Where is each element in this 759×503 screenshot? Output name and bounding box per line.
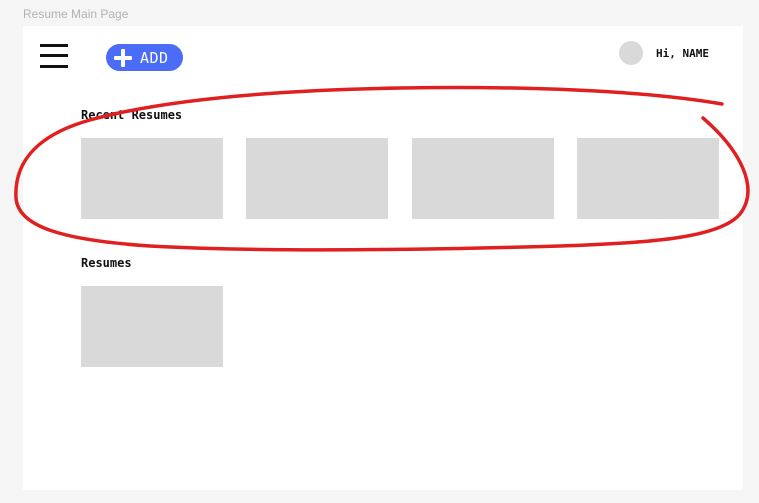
resume-card[interactable] [81,286,223,367]
user-menu[interactable]: Hi, NAME [619,41,709,65]
recent-resume-card[interactable] [412,138,554,219]
resumes-title: Resumes [81,256,132,270]
plus-icon [114,48,132,67]
menu-bar [40,65,68,68]
add-button[interactable]: ADD [106,44,183,71]
recent-resume-card[interactable] [577,138,719,219]
user-greeting: Hi, NAME [656,46,709,60]
menu-bar [40,44,68,47]
resume-main-page: ADD Hi, NAME Recent Resumes Resumes [23,26,743,490]
recent-resume-card[interactable] [81,138,223,219]
hamburger-menu-icon[interactable] [40,44,68,68]
add-button-label: ADD [140,48,169,67]
recent-resumes-title: Recent Resumes [81,108,183,122]
frame-label: Resume Main Page [23,7,129,21]
menu-bar [40,54,68,57]
recent-resume-card[interactable] [246,138,388,219]
avatar [619,41,643,65]
